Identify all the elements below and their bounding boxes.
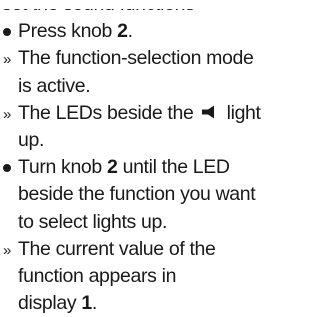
bullet-icon (3, 28, 11, 37)
result-text: The function-selection mode (18, 47, 254, 70)
result-text: up. (18, 128, 45, 151)
result-text: The LEDs beside the light (18, 100, 261, 127)
result-marker: » (3, 51, 11, 69)
result-marker: » (3, 105, 11, 123)
step-text: Press knob 2. (18, 18, 133, 45)
result-text-part: The LEDs beside the (18, 101, 199, 124)
step-text-part: Turn knob (18, 156, 107, 179)
result-value-display-line-1: » The current value of the (0, 236, 322, 263)
step-text: Turn knob 2 until the LED (18, 154, 230, 181)
step-text: beside the function you want (18, 183, 256, 206)
step-text: to select lights up. (18, 210, 168, 233)
knob-number: 2 (107, 156, 118, 179)
step-text-part: Press knob (18, 20, 118, 43)
step-press-knob: Press knob 2. (0, 18, 322, 45)
step-turn-knob-line-3: to select lights up. (0, 209, 322, 236)
bullet-icon (3, 164, 11, 173)
speaker-icon (201, 105, 220, 119)
step-text-part: until the LED (117, 156, 230, 179)
result-text: The current value of the (18, 237, 216, 260)
step-turn-knob-line-1: Turn knob 2 until the LED (0, 154, 322, 181)
result-text-part: display (18, 292, 82, 315)
result-text: function appears in (18, 264, 177, 287)
result-value-display-line-3: display 1. (0, 290, 322, 317)
knob-number: 2 (117, 20, 128, 43)
result-mode-active-line-1: » The function-selection mode (0, 45, 322, 72)
result-mode-active-line-2: is active. (0, 73, 322, 100)
result-leds-light-line-2: up. (0, 127, 322, 154)
result-value-display-line-2: function appears in (0, 263, 322, 290)
display-number: 1 (81, 292, 92, 315)
result-text-part: . (91, 292, 97, 315)
instruction-document: set the sound functions Press knob 2. » … (0, 0, 322, 317)
result-text: is active. (18, 74, 91, 97)
cropped-heading-line: set the sound functions (0, 0, 322, 18)
step-turn-knob-line-2: beside the function you want (0, 181, 322, 208)
result-leds-light-line-1: » The LEDs beside the light (0, 100, 322, 127)
result-text-part: light (221, 101, 261, 124)
cropped-heading-text: set the sound functions (2, 0, 195, 15)
result-marker: » (3, 241, 11, 259)
step-text-part: . (127, 20, 133, 43)
result-text: display 1. (18, 290, 97, 317)
